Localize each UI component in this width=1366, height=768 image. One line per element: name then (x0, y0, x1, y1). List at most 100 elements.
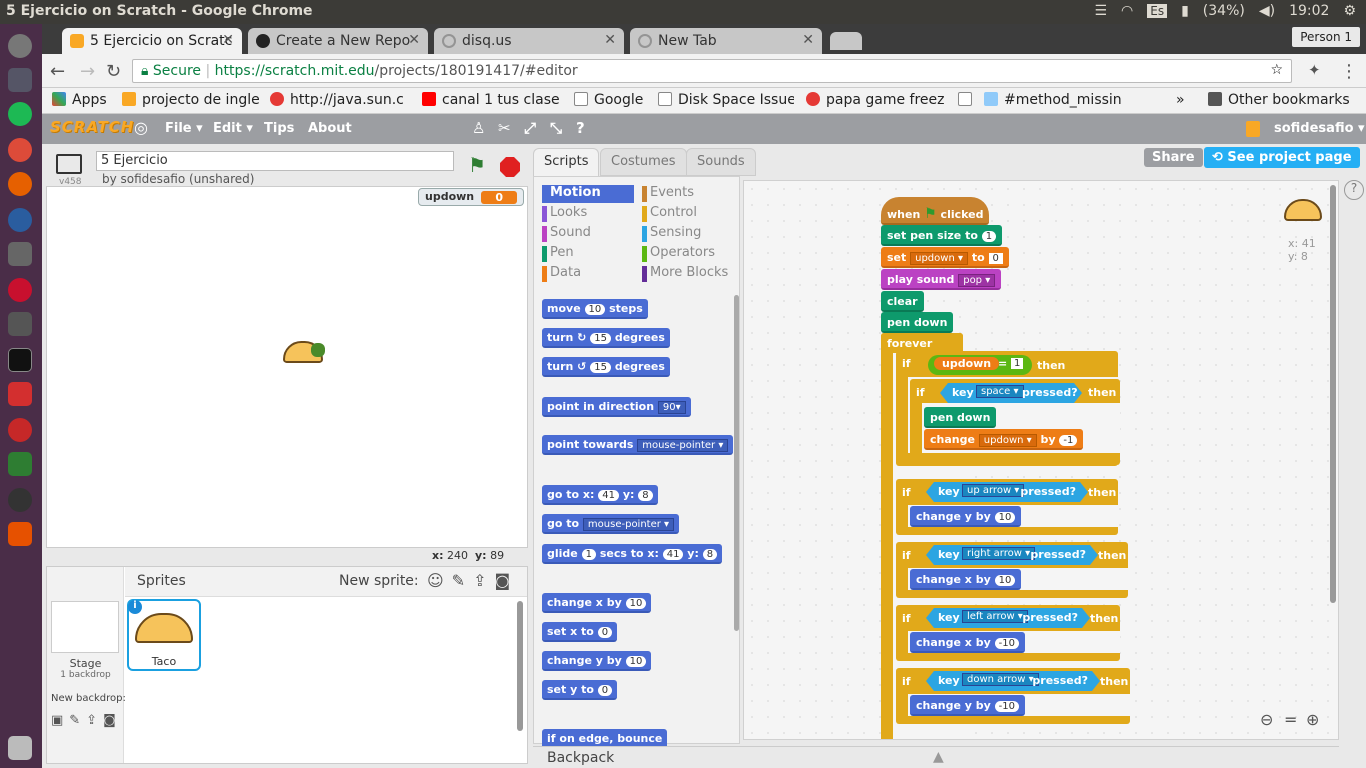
key-pressed-sensor[interactable]: key up arrow ▾ pressed? (926, 482, 1088, 502)
category-more-blocks[interactable]: More Blocks (642, 265, 734, 283)
set-pen-size-block[interactable]: set pen size to 1 (881, 225, 1003, 246)
menu-edit[interactable]: Edit ▾ (213, 121, 253, 136)
spotify-icon[interactable] (8, 102, 32, 126)
project-title-input[interactable]: 5 Ejercicio (96, 151, 454, 171)
bookmark-method[interactable]: #method_missin (984, 92, 1124, 108)
change-position-block[interactable]: change y by 10 (910, 506, 1022, 527)
key-pressed-sensor[interactable]: key down arrow ▾ pressed? (926, 671, 1100, 691)
bookmarks-overflow[interactable]: » (1176, 92, 1185, 108)
tab-github[interactable]: Create a New Repo ✕ (248, 28, 428, 54)
category-control[interactable]: Control (642, 205, 734, 223)
var-dropdown[interactable]: updown ▾ (978, 434, 1037, 447)
close-tab-icon[interactable]: ✕ (604, 32, 616, 48)
taco-sprite[interactable] (283, 339, 327, 363)
play-sound-block[interactable]: play sound pop ▾ (881, 269, 1002, 290)
pen-size-value[interactable]: 1 (981, 231, 997, 242)
sublime-icon[interactable] (8, 522, 32, 546)
palette-block-2[interactable]: turn ↺ 15 degrees (542, 357, 670, 377)
blender-icon[interactable] (8, 418, 32, 442)
scripts-area[interactable]: x: 41 y: 8 forever if updown = 1 then if… (743, 180, 1339, 740)
info-icon[interactable]: i (128, 600, 142, 614)
see-project-page-button[interactable]: ⟲ See project page (1204, 147, 1360, 168)
set-var-block[interactable]: set updown ▾ to 0 (881, 247, 1009, 268)
stage-thumbnail[interactable] (51, 601, 119, 653)
change-var-block[interactable]: change updown ▾ by -1 (924, 429, 1084, 450)
user-menu[interactable]: sofidesafio ▾ (1274, 121, 1365, 136)
files-icon[interactable] (8, 68, 32, 92)
change-value[interactable]: -10 (994, 638, 1019, 649)
share-button[interactable]: Share (1144, 148, 1203, 167)
category-events[interactable]: Events (642, 185, 734, 203)
category-motion[interactable]: Motion (542, 185, 634, 203)
key-dropdown[interactable]: right arrow ▾ (962, 547, 1035, 560)
palette-block-7[interactable]: glide 1 secs to x: 41 y: 8 (542, 544, 723, 564)
help-circle-icon[interactable]: ? (1344, 180, 1364, 200)
user-avatar[interactable] (1246, 121, 1260, 137)
extension-icon[interactable]: ✦ (1308, 61, 1321, 79)
number-input[interactable]: 15 (590, 333, 611, 344)
key-dropdown[interactable]: down arrow ▾ (962, 673, 1039, 686)
tab-disqus[interactable]: disq.us ✕ (434, 28, 624, 54)
window-icon[interactable] (8, 312, 32, 336)
fullscreen-icon[interactable] (56, 154, 82, 174)
volume-icon[interactable]: ◀) (1259, 3, 1275, 19)
pdf-icon[interactable] (8, 382, 32, 406)
image-viewer-icon[interactable] (8, 452, 32, 476)
palette-block-11[interactable]: set y to 0 (542, 680, 618, 700)
new-sprite-tools[interactable]: ☺✎⇪◙ (427, 571, 518, 590)
grow-icon[interactable]: ⤢ (524, 119, 536, 137)
equals-operator[interactable]: updown = 1 (928, 355, 1032, 375)
stage[interactable]: updown 0 (46, 186, 528, 548)
terminal-icon[interactable] (8, 348, 32, 372)
change-position-block[interactable]: change y by -10 (910, 695, 1026, 716)
bookmark-canal[interactable]: canal 1 tus clase (422, 92, 560, 108)
palette-block-8[interactable]: change x by 10 (542, 593, 652, 613)
zoom-out-icon[interactable]: ⊖ (1260, 710, 1273, 729)
category-sensing[interactable]: Sensing (642, 225, 734, 243)
key-pressed-sensor[interactable]: key left arrow ▾ pressed? (926, 608, 1090, 628)
close-tab-icon[interactable]: ✕ (408, 32, 420, 48)
change-value[interactable]: 10 (994, 575, 1016, 586)
menu-file[interactable]: File ▾ (165, 121, 203, 136)
bookmark-other[interactable]: Other bookmarks (1208, 92, 1350, 108)
delete-icon[interactable]: ✂ (498, 119, 511, 137)
change-position-block[interactable]: change x by 10 (910, 569, 1022, 590)
chrome-menu-icon[interactable]: ⋮ (1340, 61, 1358, 82)
tab-new-tab[interactable]: New Tab ✕ (630, 28, 822, 54)
scripts-vscrollbar[interactable] (1330, 185, 1336, 603)
bookmark-apps[interactable]: Apps (52, 92, 107, 108)
number-input[interactable]: 41 (598, 490, 619, 501)
zoom-in-icon[interactable]: ⊕ (1306, 710, 1319, 729)
key-space-pressed[interactable]: key space ▾ pressed? (940, 383, 1082, 403)
variable-monitor[interactable]: updown 0 (418, 188, 524, 206)
back-icon[interactable]: ← (50, 61, 65, 82)
sound-dropdown[interactable]: pop ▾ (958, 274, 996, 287)
number-input[interactable]: 15 (590, 362, 611, 373)
number-input[interactable]: 0 (597, 627, 613, 638)
bookmark-papa[interactable]: papa game freez (806, 92, 946, 108)
backdrop-tools[interactable]: ▣✎⇪◙ (51, 713, 122, 728)
bookmark-projecto[interactable]: projecto de ingle (122, 92, 260, 108)
category-sound[interactable]: Sound (542, 225, 634, 243)
category-data[interactable]: Data (542, 265, 634, 283)
number-input[interactable]: 10 (584, 304, 606, 315)
bookmark-google[interactable]: Google (574, 92, 643, 108)
palette-block-6[interactable]: go to mouse-pointer ▾ (542, 514, 680, 534)
change-position-block[interactable]: change x by -10 (910, 632, 1025, 653)
help-icon[interactable]: ? (576, 119, 585, 137)
equals-value[interactable]: 1 (1011, 358, 1024, 369)
palette-block-1[interactable]: turn ↻ 15 degrees (542, 328, 670, 348)
bookmark-java[interactable]: http://java.sun.c (270, 92, 410, 108)
var-dropdown[interactable]: updown ▾ (910, 252, 968, 265)
zoom-reset-icon[interactable]: = (1284, 710, 1297, 729)
shrink-icon[interactable]: ⤡ (550, 119, 562, 137)
number-input[interactable]: 10 (625, 656, 647, 667)
stop-sign-icon[interactable] (500, 157, 520, 177)
number-input[interactable]: 8 (702, 549, 718, 560)
palette-block-5[interactable]: go to x: 41 y: 8 (542, 485, 658, 505)
dropdown[interactable]: 90▾ (657, 401, 686, 414)
number-input[interactable]: 0 (597, 685, 613, 696)
tab-scratch[interactable]: 5 Ejercicio on Scratc ✕ (62, 28, 242, 54)
palette-block-9[interactable]: set x to 0 (542, 622, 618, 642)
scratch-logo[interactable]: SCRATCH (50, 118, 134, 136)
